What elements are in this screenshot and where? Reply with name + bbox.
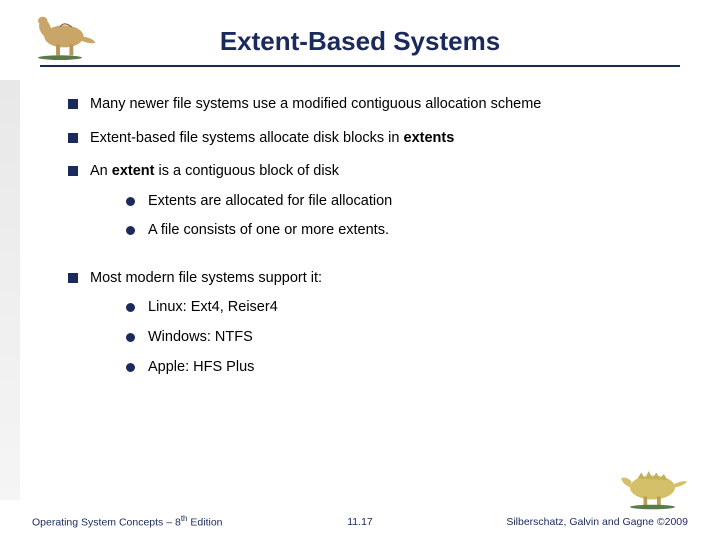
bullet-text: Most modern file systems support it:	[90, 270, 322, 286]
bullet-item: Extent-based file systems allocate disk …	[68, 129, 680, 149]
bullet-item: An extent is a contiguous block of disk …	[68, 162, 680, 241]
dinosaur-top-icon	[20, 5, 100, 60]
slide-content: Many newer file systems use a modified c…	[0, 67, 720, 377]
dinosaur-bottom-icon	[615, 465, 690, 510]
subbullet-text: Windows: NTFS	[148, 329, 253, 345]
subbullet-item: Extents are allocated for file allocatio…	[126, 192, 680, 212]
bullet-item: Most modern file systems support it: Lin…	[68, 269, 680, 377]
bullet-text: Many newer file systems use a modified c…	[90, 96, 541, 112]
footer-page-number: 11.17	[347, 516, 373, 528]
footer-edition: Edition	[188, 516, 223, 528]
subbullet-text: A file consists of one or more extents.	[148, 222, 389, 238]
bullet-text: is a contiguous block of disk	[154, 163, 339, 179]
bullet-text: Extent-based file systems allocate disk …	[90, 130, 404, 146]
slide-header: Extent-Based Systems	[0, 0, 720, 67]
subbullet-item: Linux: Ext4, Reiser4	[126, 298, 680, 318]
subbullet-item: Apple: HFS Plus	[126, 358, 680, 378]
subbullet-text: Apple: HFS Plus	[148, 359, 254, 375]
footer-sup: th	[181, 514, 188, 523]
subbullet-item: A file consists of one or more extents.	[126, 221, 680, 241]
slide-footer: Operating System Concepts – 8th Edition …	[0, 514, 720, 529]
slide: Extent-Based Systems Many newer file sys…	[0, 0, 720, 540]
subbullet-item: Windows: NTFS	[126, 328, 680, 348]
sidebar-strip	[0, 80, 20, 500]
subbullet-text: Linux: Ext4, Reiser4	[148, 299, 278, 315]
subbullet-text: Extents are allocated for file allocatio…	[148, 193, 392, 209]
spacer	[68, 255, 680, 269]
bullet-text: An	[90, 163, 112, 179]
footer-left: Operating System Concepts – 8th Edition	[32, 514, 223, 529]
title-rule	[40, 65, 680, 67]
bullet-bold: extent	[112, 163, 155, 179]
footer-copyright: Silberschatz, Galvin and Gagne ©2009	[506, 516, 688, 528]
bullet-item: Many newer file systems use a modified c…	[68, 95, 680, 115]
slide-title: Extent-Based Systems	[0, 8, 720, 65]
footer-book: Operating System Concepts – 8	[32, 516, 181, 528]
bullet-bold: extents	[404, 130, 455, 146]
